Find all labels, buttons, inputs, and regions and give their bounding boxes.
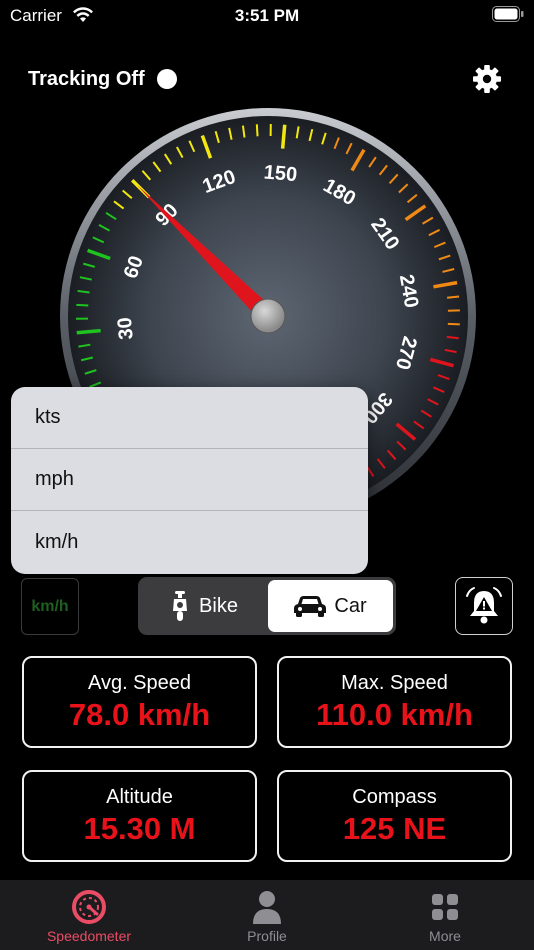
tab-profile-label: Profile — [247, 928, 287, 944]
car-label: Car — [334, 594, 367, 617]
grid-icon — [432, 894, 458, 920]
gauge-minor-tick — [447, 322, 460, 326]
max-speed-card: Max. Speed 110.0 km/h — [277, 656, 512, 748]
tracking-toggle[interactable]: Tracking Off — [28, 66, 177, 92]
tab-profile[interactable]: Profile — [178, 880, 356, 950]
altitude-label: Altitude — [106, 786, 173, 808]
battery-icon — [492, 6, 524, 22]
menu-item-kmh[interactable]: km/h — [11, 511, 368, 573]
person-icon — [253, 891, 281, 924]
speed-alert-button[interactable] — [455, 577, 513, 635]
bike-segment[interactable]: Bike — [141, 580, 266, 632]
bike-label: Bike — [199, 594, 238, 617]
tab-more[interactable]: More — [356, 880, 534, 950]
gauge-minor-tick — [255, 124, 259, 137]
gauge-major-tick — [76, 328, 101, 335]
altitude-value: 15.30 M — [83, 811, 196, 846]
tracking-status-dot — [156, 69, 177, 89]
menu-item-kts[interactable]: kts — [11, 387, 368, 449]
avg-speed-value: 78.0 km/h — [68, 697, 211, 732]
altitude-card: Altitude 15.30 M — [22, 770, 257, 862]
gauge-label: 150 — [263, 161, 298, 186]
tracking-label: Tracking Off — [28, 67, 145, 90]
gauge-minor-tick — [446, 335, 459, 340]
unit-button[interactable]: km/h — [21, 578, 79, 635]
menu-item-mph[interactable]: mph — [11, 449, 368, 511]
car-segment[interactable]: Car — [268, 580, 393, 632]
speedometer-icon — [72, 890, 106, 924]
compass-card: Compass 125 NE — [277, 770, 512, 862]
compass-label: Compass — [352, 786, 437, 808]
gauge-minor-tick — [446, 295, 460, 299]
clock: 3:51 PM — [234, 6, 300, 25]
car-icon — [294, 596, 327, 617]
gear-icon[interactable] — [472, 64, 502, 94]
tab-speedometer-label: Speedometer — [46, 928, 132, 944]
vehicle-toggle: Bike Car — [138, 577, 396, 635]
gauge-minor-tick — [76, 303, 89, 307]
max-speed-label: Max. Speed — [341, 672, 448, 694]
needle-hub — [250, 298, 286, 334]
tab-speedometer[interactable]: Speedometer — [0, 880, 178, 950]
gauge-label: 30 — [114, 316, 138, 340]
status-bar: Carrier 3:51 PM — [0, 0, 534, 32]
unit-menu: kts mph km/h — [11, 387, 368, 574]
scooter-icon — [173, 591, 188, 621]
avg-speed-label: Avg. Speed — [87, 672, 192, 694]
tab-more-label: More — [429, 928, 461, 944]
tab-bar: Speedometer Profile More — [0, 880, 534, 950]
avg-speed-card: Avg. Speed 78.0 km/h — [22, 656, 257, 748]
compass-value: 125 NE — [342, 811, 447, 846]
gauge-major-tick — [280, 124, 287, 149]
bell-alert-icon — [466, 587, 502, 624]
max-speed-value: 110.0 km/h — [316, 697, 473, 732]
